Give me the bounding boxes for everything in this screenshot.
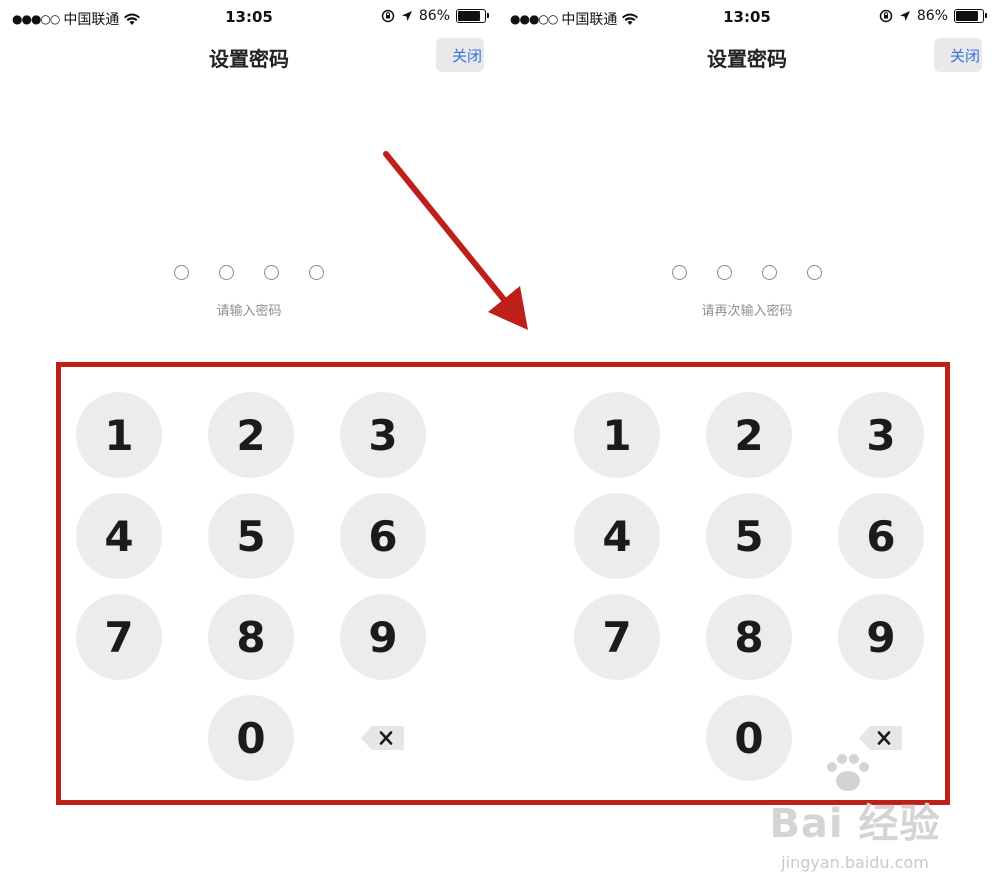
pin-dot (219, 265, 234, 280)
key-5[interactable]: 5 (208, 493, 294, 579)
key-9[interactable]: 9 (838, 594, 924, 680)
key-2[interactable]: 2 (208, 392, 294, 478)
nav-bar: 设置密码 关闭 (0, 34, 498, 78)
baidu-jingyan-watermark: Bai 经验 jingyan.baidu.com (760, 754, 950, 872)
status-bar: ●●●○○ 中国联通 13:05 86% (0, 0, 498, 34)
key-7[interactable]: 7 (574, 594, 660, 680)
pin-dot (672, 265, 687, 280)
screen-enter-password: ●●●○○ 中国联通 13:05 86% 设置密码 关闭 请输入密码 1 2 3… (0, 0, 498, 885)
battery-icon (456, 9, 489, 23)
key-1[interactable]: 1 (76, 392, 162, 478)
pin-dot (762, 265, 777, 280)
orientation-lock-icon (879, 9, 893, 23)
page-title: 设置密码 (209, 47, 289, 71)
key-7[interactable]: 7 (76, 594, 162, 680)
screen-confirm-password: ●●●○○ 中国联通 13:05 86% 设置密码 关闭 请再次输入密码 1 2… (498, 0, 996, 885)
key-5[interactable]: 5 (706, 493, 792, 579)
pin-dot (309, 265, 324, 280)
key-6[interactable]: 6 (838, 493, 924, 579)
key-6[interactable]: 6 (340, 493, 426, 579)
annotation-arrow (383, 151, 528, 330)
key-8[interactable]: 8 (706, 594, 792, 680)
key-4[interactable]: 4 (574, 493, 660, 579)
delete-button[interactable] (360, 723, 406, 753)
close-button[interactable]: 关闭 (436, 38, 484, 72)
key-1[interactable]: 1 (574, 392, 660, 478)
watermark-logo-text: Bai 经验 (769, 801, 941, 847)
status-bar: ●●●○○ 中国联通 13:05 86% (498, 0, 996, 34)
pin-dot (264, 265, 279, 280)
watermark-url: jingyan.baidu.com (781, 853, 929, 872)
paw-logo-icon (827, 754, 869, 791)
pin-dot (174, 265, 189, 280)
backspace-icon (859, 726, 902, 750)
number-keypad: 1 2 3 4 5 6 7 8 9 0 (76, 392, 426, 782)
password-prompt: 请再次输入密码 (701, 304, 793, 319)
pin-dot (717, 265, 732, 280)
key-2[interactable]: 2 (706, 392, 792, 478)
pin-dot (807, 265, 822, 280)
orientation-lock-icon (381, 9, 395, 23)
key-8[interactable]: 8 (208, 594, 294, 680)
delete-button[interactable] (858, 723, 904, 753)
backspace-icon (361, 726, 404, 750)
pin-indicator (498, 265, 996, 280)
location-arrow-icon (899, 11, 910, 21)
location-arrow-icon (401, 11, 412, 21)
battery-percent: 86% (916, 8, 948, 24)
close-button[interactable]: 关闭 (934, 38, 982, 72)
key-3[interactable]: 3 (340, 392, 426, 478)
key-9[interactable]: 9 (340, 594, 426, 680)
page-title: 设置密码 (707, 47, 787, 71)
battery-percent: 86% (418, 8, 450, 24)
number-keypad: 1 2 3 4 5 6 7 8 9 0 (574, 392, 924, 782)
key-0[interactable]: 0 (208, 695, 294, 781)
battery-icon (954, 9, 987, 23)
key-3[interactable]: 3 (838, 392, 924, 478)
nav-bar: 设置密码 关闭 (498, 34, 996, 78)
key-4[interactable]: 4 (76, 493, 162, 579)
